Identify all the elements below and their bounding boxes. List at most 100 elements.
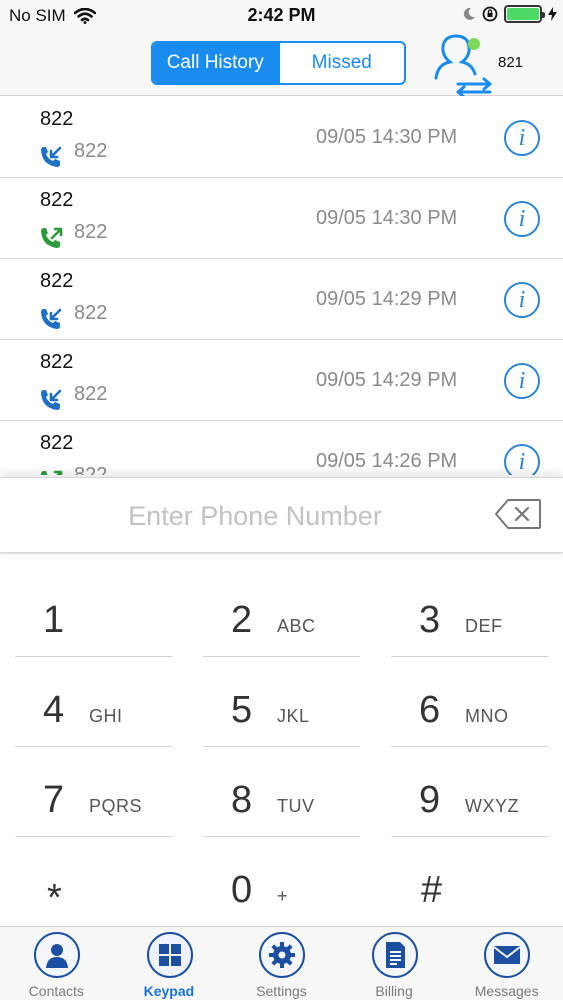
call-history-row[interactable]: 822 822 09/05 14:30 PM i [0, 178, 563, 259]
keypad-key-1[interactable]: 1 [15, 569, 172, 657]
tab-label: Billing [375, 983, 413, 999]
backspace-icon[interactable] [494, 498, 542, 530]
keypad-key-4[interactable]: 4 GHI [15, 659, 172, 747]
tab-messages[interactable]: Messages [450, 927, 563, 1000]
incoming-call-icon [41, 389, 62, 410]
phone-number-input[interactable] [60, 494, 450, 538]
call-info-button[interactable]: i [504, 363, 540, 399]
key-digit: 7 [43, 779, 65, 821]
key-digit: 3 [419, 599, 441, 641]
caller-number: 822 [74, 383, 108, 405]
call-info-button[interactable]: i [504, 120, 540, 156]
tab-contacts[interactable]: Contacts [0, 927, 113, 1000]
key-letters: ABC [277, 616, 316, 636]
key-digit: 4 [43, 689, 65, 731]
account-switch-button[interactable] [428, 34, 498, 99]
status-bar: No SIM 2:42 PM [0, 0, 563, 32]
account-presence-icon [434, 34, 492, 99]
key-digit: * [47, 877, 62, 919]
number-entry-bar [0, 477, 563, 553]
battery-icon [504, 5, 545, 23]
dialer-screen: No SIM 2:42 PM Call History Missed 821 8… [0, 0, 563, 1000]
keypad-key-star[interactable]: * [15, 839, 172, 927]
call-timestamp: 09/05 14:29 PM [316, 369, 458, 391]
call-timestamp: 09/05 14:30 PM [316, 207, 458, 229]
tab-call-history[interactable]: Call History [153, 43, 278, 83]
call-info-button[interactable]: i [504, 444, 540, 475]
key-divider [391, 656, 548, 657]
outgoing-call-icon [41, 227, 63, 248]
key-letters: MNO [465, 706, 509, 726]
keypad-key-8[interactable]: 8 TUV [203, 749, 360, 837]
call-history-row[interactable]: 822 822 09/05 14:29 PM i [0, 259, 563, 340]
caller-name: 822 [40, 189, 74, 211]
key-digit: 6 [419, 689, 441, 731]
dial-keypad: 1 2 ABC 3 DEF 4 GHI 5 JKL 6 MNO 7 PQRS 8 TUV 9 WXYZ * 0 + # [0, 555, 563, 925]
key-digit: 0 [231, 869, 253, 911]
tab-bar: Contacts Keypad Settings Billing Messages [0, 926, 563, 1000]
call-timestamp: 09/05 14:30 PM [316, 126, 458, 148]
outgoing-call-icon [41, 470, 63, 475]
key-digit: 5 [231, 689, 253, 731]
key-letters: DEF [465, 616, 503, 636]
key-digit: 1 [43, 599, 65, 641]
call-history-row[interactable]: 822 822 09/05 14:29 PM i [0, 340, 563, 421]
contacts-icon [34, 932, 80, 978]
caller-number: 822 [74, 302, 108, 324]
header: Call History Missed 821 [0, 32, 563, 99]
key-divider [203, 746, 360, 747]
key-digit: 8 [231, 779, 253, 821]
keypad-key-hash[interactable]: # [391, 839, 548, 927]
tab-label: Keypad [143, 983, 195, 999]
key-letters: + [277, 886, 289, 906]
tab-label: Settings [256, 983, 307, 999]
keypad-key-9[interactable]: 9 WXYZ [391, 749, 548, 837]
call-history-row[interactable]: 822 822 09/05 14:30 PM i [0, 97, 563, 178]
keypad-key-3[interactable]: 3 DEF [391, 569, 548, 657]
call-timestamp: 09/05 14:26 PM [316, 450, 458, 472]
call-history-row[interactable]: 822 822 09/05 14:26 PM i [0, 421, 563, 475]
key-divider [203, 656, 360, 657]
orientation-lock-icon [482, 6, 498, 22]
key-divider [203, 836, 360, 837]
key-digit: 2 [231, 599, 253, 641]
call-history-list[interactable]: 822 822 09/05 14:30 PM i 822 822 09/05 14:30 P… [0, 97, 563, 475]
caller-name: 822 [40, 270, 74, 292]
key-letters: WXYZ [465, 796, 519, 816]
tab-keypad[interactable]: Keypad [113, 927, 226, 1000]
charging-bolt-icon [548, 7, 557, 21]
tab-settings[interactable]: Settings [225, 927, 338, 1000]
tab-label: Contacts [28, 983, 84, 999]
account-extension: 821 [498, 54, 524, 71]
key-divider [391, 746, 548, 747]
keypad-key-7[interactable]: 7 PQRS [15, 749, 172, 837]
call-info-button[interactable]: i [504, 282, 540, 318]
call-info-button[interactable]: i [504, 201, 540, 237]
billing-icon [371, 932, 418, 978]
keypad-key-0[interactable]: 0 + [203, 839, 360, 927]
key-digit: # [421, 869, 443, 911]
key-divider [391, 836, 548, 837]
tab-billing[interactable]: Billing [338, 927, 451, 1000]
key-digit: 9 [419, 779, 441, 821]
caller-name: 822 [40, 108, 74, 130]
keypad-key-6[interactable]: 6 MNO [391, 659, 548, 747]
keypad-key-2[interactable]: 2 ABC [203, 569, 360, 657]
key-letters: JKL [277, 706, 310, 726]
keypad-key-5[interactable]: 5 JKL [203, 659, 360, 747]
key-letters: TUV [277, 796, 315, 816]
gear-icon [259, 932, 306, 978]
key-divider [15, 656, 172, 657]
key-divider [15, 836, 172, 837]
key-letters: PQRS [89, 796, 143, 816]
key-letters: GHI [89, 706, 123, 726]
incoming-call-icon [41, 308, 62, 329]
key-divider [15, 746, 172, 747]
tab-label: Messages [474, 983, 539, 999]
caller-number: 822 [74, 464, 108, 475]
status-icons [462, 5, 557, 23]
caller-number: 822 [74, 221, 108, 243]
incoming-call-icon [41, 146, 62, 167]
history-filter-segmented-control: Call History Missed [151, 41, 406, 85]
tab-missed[interactable]: Missed [277, 43, 405, 83]
